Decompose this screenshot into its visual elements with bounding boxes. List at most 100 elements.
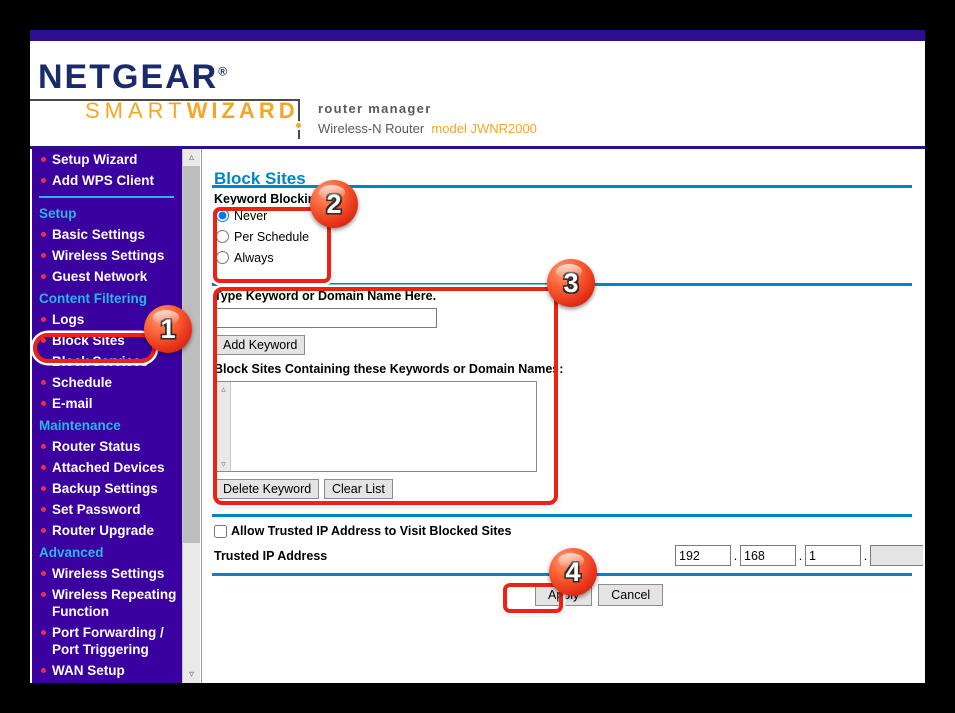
- chevron-down-icon[interactable]: ▿: [183, 666, 200, 683]
- chevron-down-icon[interactable]: ▿: [216, 457, 231, 471]
- sidebar-item-setup-wizard[interactable]: Setup Wizard: [32, 149, 182, 170]
- sidebar-item-e-mail[interactable]: E-mail: [32, 393, 182, 414]
- keyword-input[interactable]: [215, 308, 437, 328]
- sidebar-item-label: Basic Settings: [52, 227, 146, 242]
- radio-label: Always: [234, 250, 274, 265]
- divider-trusted-top: [212, 514, 912, 517]
- sidebar-item-basic-settings[interactable]: Basic Settings: [32, 224, 182, 245]
- screenshot-root: NETGEAR® SMARTWIZARD router manager Wire…: [0, 0, 955, 713]
- sidebar-item-wireless-settings[interactable]: Wireless Settings: [32, 563, 182, 584]
- radio-row-never[interactable]: Never: [212, 205, 324, 226]
- registered-mark-icon: ®: [218, 64, 228, 79]
- trusted-ip-octet-2[interactable]: [740, 545, 796, 566]
- bullet-icon: [41, 338, 46, 343]
- content-pane: Block Sites Keyword Blocking Never Per Sc…: [201, 149, 923, 683]
- sidebar-item-attached-devices[interactable]: Attached Devices: [32, 457, 182, 478]
- blocked-list-scrollbar[interactable]: ▵ ▿: [216, 382, 231, 471]
- clear-list-button[interactable]: Clear List: [324, 479, 393, 499]
- sidebar-scrollbar[interactable]: ▵ ▿: [182, 149, 200, 683]
- chevron-up-icon[interactable]: ▵: [216, 382, 231, 396]
- bullet-icon: [41, 444, 46, 449]
- bullet-icon: [41, 359, 46, 364]
- logo-dot-icon: [294, 121, 303, 130]
- sidebar-item-label: Backup Settings: [52, 481, 158, 496]
- header-router-manager: router manager: [318, 101, 432, 116]
- top-purple-strip: [30, 30, 925, 41]
- bullet-icon: [41, 274, 46, 279]
- sidebar-item-add-wps-client[interactable]: Add WPS Client: [32, 170, 182, 191]
- sidebar-scrollbar-thumb[interactable]: [183, 166, 200, 543]
- trusted-ip-label: Trusted IP Address: [214, 549, 328, 563]
- sidebar-item-router-upgrade[interactable]: Router Upgrade: [32, 520, 182, 541]
- bullet-icon: [41, 380, 46, 385]
- smart-wizard-logo: SMARTWIZARD: [85, 98, 299, 124]
- bullet-icon: [41, 528, 46, 533]
- trusted-ip-octet-4[interactable]: [870, 545, 923, 566]
- netgear-logo: NETGEAR®: [38, 58, 227, 97]
- radio-per-schedule[interactable]: [216, 230, 229, 243]
- sidebar-item-port-forwarding-port-triggering[interactable]: Port Forwarding / Port Triggering: [32, 622, 182, 660]
- radio-always[interactable]: [216, 251, 229, 264]
- radio-never[interactable]: [216, 209, 229, 222]
- sidebar-item-label: Block Services: [52, 354, 149, 369]
- bullet-icon: [41, 317, 46, 322]
- add-keyword-button[interactable]: Add Keyword: [215, 335, 306, 355]
- sidebar-item-label: Set Password: [52, 502, 141, 517]
- radio-label: Never: [234, 208, 268, 223]
- sidebar-item-router-status[interactable]: Router Status: [32, 436, 182, 457]
- keyword-panel: Type Keyword or Domain Name Here. Add Ke…: [212, 289, 563, 507]
- sidebar-item-schedule[interactable]: Schedule: [32, 372, 182, 393]
- trusted-ip-octet-1[interactable]: [675, 545, 731, 566]
- sidebar-item-label: Guest Network: [52, 269, 148, 284]
- bullet-icon: [41, 178, 46, 183]
- bullet-icon: [41, 465, 46, 470]
- blocked-keywords-list[interactable]: ▵ ▿: [215, 381, 537, 472]
- bullet-icon: [41, 630, 46, 635]
- bullet-icon: [41, 157, 46, 162]
- ip-separator-3: .: [863, 548, 868, 563]
- annotation-badge-3: 3: [547, 259, 595, 307]
- sidebar-divider: [39, 196, 174, 198]
- trusted-ip-fields: . . .: [675, 545, 923, 566]
- block-list-label: Block Sites Containing these Keywords or…: [214, 362, 564, 376]
- bullet-icon: [41, 253, 46, 258]
- bullet-icon: [41, 668, 46, 673]
- header-device-name: Wireless-N Router: [318, 121, 425, 136]
- keyword-blocking-radio-group: Never Per Schedule Always: [212, 205, 324, 268]
- smart-wizard-wizard-text: WIZARD: [186, 98, 299, 123]
- bullet-icon: [41, 571, 46, 576]
- sidebar-item-label: Router Status: [52, 439, 141, 454]
- delete-keyword-button[interactable]: Delete Keyword: [215, 479, 320, 499]
- radio-label: Per Schedule: [234, 229, 310, 244]
- annotation-badge-1: 1: [144, 305, 192, 353]
- router-admin-page: NETGEAR® SMARTWIZARD router manager Wire…: [30, 30, 925, 683]
- sidebar-item-label: Wireless Settings: [52, 248, 165, 263]
- header-model-number: model JWNR2000: [431, 121, 537, 136]
- sidebar-item-set-password[interactable]: Set Password: [32, 499, 182, 520]
- page-header: NETGEAR® SMARTWIZARD router manager Wire…: [30, 41, 925, 146]
- keyword-input-label: Type Keyword or Domain Name Here.: [214, 289, 437, 303]
- allow-trusted-ip-row[interactable]: Allow Trusted IP Address to Visit Blocke…: [214, 524, 511, 538]
- chevron-up-icon[interactable]: ▵: [183, 149, 200, 166]
- trusted-ip-octet-3[interactable]: [805, 545, 861, 566]
- sidebar-item-block-services[interactable]: Block Services: [32, 351, 182, 372]
- keyword-blocking-label: Keyword Blocking: [214, 192, 324, 206]
- allow-trusted-ip-label: Allow Trusted IP Address to Visit Blocke…: [231, 524, 512, 538]
- sidebar-heading: Advanced: [39, 545, 104, 560]
- radio-row-always[interactable]: Always: [212, 247, 324, 268]
- sidebar-item-wan-setup[interactable]: WAN Setup: [32, 660, 182, 681]
- bullet-icon: [41, 507, 46, 512]
- sidebar-item-backup-settings[interactable]: Backup Settings: [32, 478, 182, 499]
- bullet-icon: [41, 486, 46, 491]
- allow-trusted-ip-checkbox[interactable]: [214, 524, 227, 538]
- bullet-icon: [41, 401, 46, 406]
- sidebar-item-wireless-settings[interactable]: Wireless Settings: [32, 245, 182, 266]
- bullet-icon: [41, 232, 46, 237]
- sidebar-item-guest-network[interactable]: Guest Network: [32, 266, 182, 287]
- body-region: Setup Wizard Add WPS Client Setup Basic Set…: [30, 149, 925, 683]
- annotation-badge-4: 4: [549, 548, 597, 596]
- sidebar-item-wireless-repeating-function[interactable]: Wireless Repeating Function: [32, 584, 182, 622]
- radio-row-per-schedule[interactable]: Per Schedule: [212, 226, 324, 247]
- ip-separator-1: .: [733, 548, 738, 563]
- cancel-button[interactable]: Cancel: [598, 584, 664, 606]
